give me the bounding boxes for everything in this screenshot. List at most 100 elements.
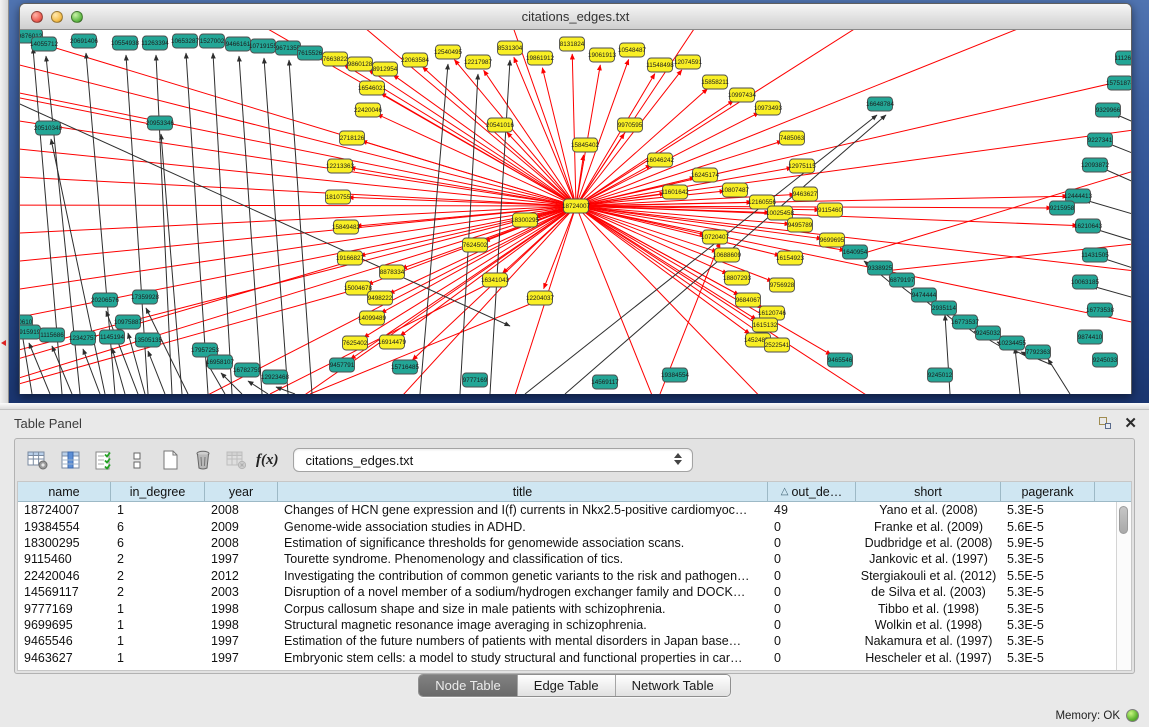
tab-network-table[interactable]: Network Table [615, 675, 730, 696]
tab-node-table[interactable]: Node Table [419, 675, 517, 696]
cell-pagerank[interactable]: 5.3E-5 [1001, 503, 1095, 517]
graph-node[interactable]: 10063185 [1071, 275, 1100, 289]
cell-title[interactable]: Structural magnetic resonance image aver… [278, 618, 768, 632]
table-row[interactable]: 969969511998Structural magnetic resonanc… [18, 617, 1131, 633]
new-column-icon[interactable] [157, 447, 183, 473]
cell-out_degree[interactable]: 0 [768, 634, 856, 648]
graph-node[interactable]: 20691406 [70, 34, 99, 48]
graph-node[interactable]: 16914479 [378, 335, 407, 349]
graph-node[interactable]: 19061913 [588, 48, 617, 62]
cell-short[interactable]: Wolkin et al. (1998) [856, 618, 1001, 632]
cell-pagerank[interactable]: 5.3E-5 [1001, 552, 1095, 566]
cell-name[interactable]: 9115460 [18, 552, 111, 566]
graph-node[interactable]: 16648784 [866, 97, 895, 111]
table-source-select[interactable]: citations_edges.txt [293, 448, 693, 472]
tab-edge-table[interactable]: Edge Table [517, 675, 615, 696]
graph-node[interactable]: 13505135 [134, 333, 163, 347]
cell-out_degree[interactable]: 0 [768, 520, 856, 534]
graph-node[interactable]: 10548487 [618, 43, 647, 57]
graph-node[interactable]: 17359928 [131, 290, 160, 304]
cell-short[interactable]: Dudbridge et al. (2008) [856, 536, 1001, 550]
graph-node[interactable]: 1527002 [200, 34, 225, 48]
graph-node[interactable]: 9495789 [788, 218, 813, 232]
graph-node[interactable]: 18807293 [723, 271, 752, 285]
graph-node[interactable]: 12213363 [326, 159, 355, 173]
graph-node[interactable]: 7624502 [463, 238, 488, 252]
cell-in_degree[interactable]: 6 [111, 536, 205, 550]
graph-node[interactable]: 15716485 [391, 360, 420, 374]
column-header-name[interactable]: name [18, 482, 111, 501]
cell-name[interactable]: 18724007 [18, 503, 111, 517]
graph-node[interactable]: 12342757 [69, 331, 98, 345]
graph-node[interactable]: 15845402 [571, 138, 600, 152]
graph-node[interactable]: 22063584 [401, 53, 430, 67]
graph-node[interactable]: 18724007 [562, 199, 591, 213]
cell-year[interactable]: 2003 [205, 585, 278, 599]
cell-pagerank[interactable]: 5.3E-5 [1001, 634, 1095, 648]
cell-in_degree[interactable]: 6 [111, 520, 205, 534]
graph-node[interactable]: 9684067 [736, 293, 761, 307]
cell-name[interactable]: 9699695 [18, 618, 111, 632]
graph-node[interactable]: 12975115 [788, 159, 816, 173]
graph-node[interactable]: 9474444 [912, 288, 937, 302]
table-row[interactable]: 1830029562008Estimation of significance … [18, 535, 1131, 551]
graph-node[interactable]: 10807487 [721, 183, 750, 197]
graph-node[interactable]: 14569117 [591, 375, 619, 389]
cell-title[interactable]: Investigating the contribution of common… [278, 569, 768, 583]
graph-node[interactable]: 3915919 [20, 325, 41, 339]
graph-node[interactable]: 12540495 [434, 45, 463, 59]
cell-pagerank[interactable]: 5.6E-5 [1001, 520, 1095, 534]
graph-node[interactable]: 9860128 [348, 57, 373, 71]
graph-node[interactable]: 1640954 [843, 245, 868, 259]
graph-node[interactable]: 20206576 [91, 293, 120, 307]
table-row[interactable]: 1872400712008Changes of HCN gene express… [18, 502, 1131, 518]
graph-node[interactable]: 11263394 [141, 36, 169, 50]
cell-pagerank[interactable]: 5.5E-5 [1001, 569, 1095, 583]
graph-node[interactable]: 20510348 [34, 121, 63, 135]
graph-node[interactable]: 18300295 [511, 213, 540, 227]
cell-pagerank[interactable]: 5.9E-5 [1001, 536, 1095, 550]
graph-node[interactable]: 9215958 [1050, 201, 1075, 215]
graph-node[interactable]: 1145194 [100, 330, 125, 344]
cell-title[interactable]: Corpus callosum shape and size in male p… [278, 602, 768, 616]
graph-node[interactable]: 7792363 [1026, 345, 1051, 359]
column-header-short[interactable]: short [856, 482, 1001, 501]
table-row[interactable]: 946554611997Estimation of the future num… [18, 633, 1131, 649]
graph-node[interactable]: 10719155 [249, 39, 278, 53]
graph-node[interactable]: 16210643 [1074, 219, 1103, 233]
graph-node[interactable]: 9329966 [1096, 103, 1121, 117]
graph-node[interactable]: 9756928 [770, 278, 795, 292]
graph-node[interactable]: 9245032 [976, 326, 1001, 340]
graph-node[interactable]: 9874410 [1078, 330, 1103, 344]
cell-year[interactable]: 2008 [205, 503, 278, 517]
table-row[interactable]: 977716911998Corpus callosum shape and si… [18, 600, 1131, 616]
graph-node[interactable]: 9498222 [368, 291, 393, 305]
cell-in_degree[interactable]: 1 [111, 618, 205, 632]
graph-node[interactable]: 9466161 [226, 37, 251, 51]
graph-node[interactable]: 16245174 [691, 168, 720, 182]
graph-node[interactable]: 8912954 [373, 62, 398, 76]
graph-node[interactable]: 11548498 [646, 58, 674, 72]
graph-node[interactable]: 8878334 [380, 265, 405, 279]
table-row[interactable]: 1938455462009Genome-wide association stu… [18, 518, 1131, 534]
column-header-in_degree[interactable]: in_degree [111, 482, 205, 501]
table-row[interactable]: 1456911722003Disruption of a novel membe… [18, 584, 1131, 600]
column-header-title[interactable]: title [278, 482, 768, 501]
cell-out_degree[interactable]: 0 [768, 585, 856, 599]
cell-out_degree[interactable]: 49 [768, 503, 856, 517]
graph-node[interactable]: 2522541 [765, 338, 790, 352]
cell-year[interactable]: 1997 [205, 651, 278, 665]
cell-pagerank[interactable]: 5.3E-5 [1001, 618, 1095, 632]
graph-node[interactable]: 10554938 [111, 36, 140, 50]
graph-node[interactable]: 9245012 [928, 368, 953, 382]
graph-node[interactable]: 10975887 [114, 315, 143, 329]
cell-year[interactable]: 1997 [205, 634, 278, 648]
cell-in_degree[interactable]: 1 [111, 651, 205, 665]
graph-node[interactable]: 10688609 [713, 248, 742, 262]
cell-pagerank[interactable]: 5.3E-5 [1001, 585, 1095, 599]
collapsed-panel-sliver[interactable] [0, 0, 9, 403]
cell-title[interactable]: Changes of HCN gene expression and I(f) … [278, 503, 768, 517]
cell-in_degree[interactable]: 1 [111, 602, 205, 616]
column-header-year[interactable]: year [205, 482, 278, 501]
graph-node[interactable]: 7485063 [780, 131, 805, 145]
